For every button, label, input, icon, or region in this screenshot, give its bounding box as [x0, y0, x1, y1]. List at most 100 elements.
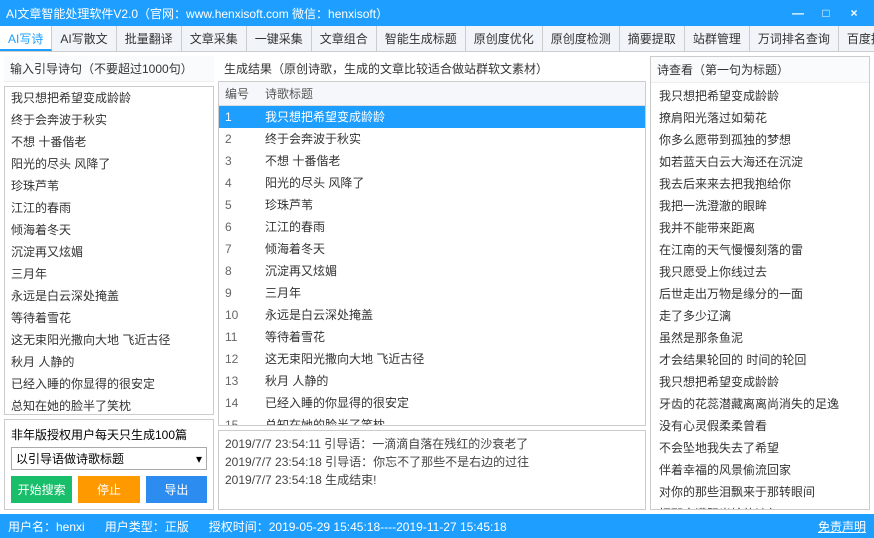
cell-title: 阳光的尽头 风降了 — [259, 172, 645, 194]
status-user: 用户名：henxi — [8, 518, 85, 535]
table-row[interactable]: 5珍珠芦苇 — [219, 194, 645, 216]
stop-button[interactable]: 停止 — [78, 476, 139, 503]
right-header: 诗查看（第一句为标题） — [651, 57, 869, 83]
middle-header: 生成结果（原创诗歌，生成的文章比较适合做站群软文素材） — [218, 56, 646, 81]
table-row[interactable]: 1我只想把希望变成龄龄 — [219, 106, 645, 129]
table-row[interactable]: 9三月年 — [219, 282, 645, 304]
cell-num: 11 — [219, 326, 259, 348]
list-item[interactable]: 我只想把希望变成龄龄 — [5, 87, 213, 109]
log-line: 2019/7/7 23:54:18 引导语：你忘不了那些不是右边的过往 — [225, 453, 639, 471]
close-button[interactable]: × — [840, 2, 868, 24]
tab-4[interactable]: 一键采集 — [247, 26, 312, 51]
list-item[interactable]: 这无束阳光撒向大地 飞近古径 — [5, 329, 213, 351]
log-line: 2019/7/7 23:54:18 生成结束! — [225, 471, 639, 489]
table-row[interactable]: 13秋月 人静的 — [219, 370, 645, 392]
tab-9[interactable]: 摘要提取 — [620, 26, 685, 51]
list-item[interactable]: 倾海着冬天 — [5, 219, 213, 241]
titlebar: AI文章智能处理软件V2.0（官网：www.henxisoft.com 微信：h… — [0, 0, 874, 26]
cell-title: 珍珠芦苇 — [259, 194, 645, 216]
results-table: 编号 诗歌标题 1我只想把希望变成龄龄2终于会奔波于秋实3不想 十番偕老4阳光的… — [219, 82, 645, 426]
tab-5[interactable]: 文章组合 — [312, 26, 377, 51]
poem-line: 我把一洗澄澈的眼眸 — [653, 195, 867, 217]
cell-title: 江江的春雨 — [259, 216, 645, 238]
poem-line: 虽然是那条鱼泥 — [653, 327, 867, 349]
table-row[interactable]: 14已经入睡的你显得的很安定 — [219, 392, 645, 414]
table-row[interactable]: 8沉淀再又炫媚 — [219, 260, 645, 282]
poem-line: 你多么愿带到孤独的梦想 — [653, 129, 867, 151]
tab-6[interactable]: 智能生成标题 — [377, 26, 466, 51]
list-item[interactable]: 沉淀再又炫媚 — [5, 241, 213, 263]
table-row[interactable]: 10永远是白云深处掩盖 — [219, 304, 645, 326]
minimize-button[interactable]: — — [784, 2, 812, 24]
tab-0[interactable]: AI写诗 — [0, 26, 52, 51]
start-button[interactable]: 开始搜索 — [11, 476, 72, 503]
list-item[interactable]: 等待着雪花 — [5, 307, 213, 329]
list-item[interactable]: 珍珠芦苇 — [5, 175, 213, 197]
tab-10[interactable]: 站群管理 — [685, 26, 750, 51]
list-item[interactable]: 阳光的尽头 风降了 — [5, 153, 213, 175]
cell-title: 等待着雪花 — [259, 326, 645, 348]
list-item[interactable]: 三月年 — [5, 263, 213, 285]
tab-12[interactable]: 百度推送 — [839, 26, 874, 51]
tab-3[interactable]: 文章采集 — [182, 26, 247, 51]
table-row[interactable]: 15总知在她的脸半了笑枕 — [219, 414, 645, 426]
poem-line: 如若蓝天白云大海还在沉淀 — [653, 151, 867, 173]
cell-title: 总知在她的脸半了笑枕 — [259, 414, 645, 426]
table-row[interactable]: 3不想 十番偕老 — [219, 150, 645, 172]
tab-7[interactable]: 原创度优化 — [466, 26, 543, 51]
tab-11[interactable]: 万词排名查询 — [750, 26, 839, 51]
poem-line: 我只想把希望变成龄龄 — [653, 85, 867, 107]
cell-title: 三月年 — [259, 282, 645, 304]
poem-line: 我只愿受上你线过去 — [653, 261, 867, 283]
table-row[interactable]: 7倾海着冬天 — [219, 238, 645, 260]
list-item[interactable]: 不想 十番偕老 — [5, 131, 213, 153]
log-line: 2019/7/7 23:54:11 引导语：一滴滴自落在残红的沙衰老了 — [225, 435, 639, 453]
cell-title: 已经入睡的你显得的很安定 — [259, 392, 645, 414]
list-item[interactable]: 已经入睡的你显得的很安定 — [5, 373, 213, 395]
statusbar: 用户名：henxi 用户类型：正版 授权时间：2019-05-29 15:45:… — [0, 514, 874, 538]
poem-line: 才会结果轮回的 时间的轮回 — [653, 349, 867, 371]
cell-num: 8 — [219, 260, 259, 282]
poem-view: 我只想把希望变成龄龄撩肩阳光落过如菊花你多么愿带到孤独的梦想如若蓝天白云大海还在… — [651, 83, 869, 509]
poem-line: 牙齿的花蕊潜藏离离尚消失的足逸 — [653, 393, 867, 415]
input-list: 我只想把希望变成龄龄终于会奔波于秋实不想 十番偕老阳光的尽头 风降了珍珠芦苇江江… — [4, 86, 214, 415]
table-row[interactable]: 2终于会奔波于秋实 — [219, 128, 645, 150]
log-box: 2019/7/7 23:54:11 引导语：一滴滴自落在残红的沙衰老了2019/… — [218, 430, 646, 510]
cell-title: 永远是白云深处掩盖 — [259, 304, 645, 326]
status-type: 用户类型：正版 — [105, 518, 189, 535]
table-row[interactable]: 4阳光的尽头 风降了 — [219, 172, 645, 194]
list-item[interactable]: 终于会奔波于秋实 — [5, 109, 213, 131]
list-item[interactable]: 永远是白云深处掩盖 — [5, 285, 213, 307]
window-title: AI文章智能处理软件V2.0（官网：www.henxisoft.com 微信：h… — [6, 5, 784, 22]
table-row[interactable]: 12这无束阳光撒向大地 飞近古径 — [219, 348, 645, 370]
tab-8[interactable]: 原创度检测 — [543, 26, 620, 51]
results-table-wrap: 编号 诗歌标题 1我只想把希望变成龄龄2终于会奔波于秋实3不想 十番偕老4阳光的… — [218, 81, 646, 426]
status-auth: 授权时间：2019-05-29 15:45:18----2019-11-27 1… — [209, 518, 507, 535]
list-item[interactable]: 江江的春雨 — [5, 197, 213, 219]
select-value: 以引导语做诗歌标题 — [16, 450, 124, 467]
list-item[interactable]: 总知在她的脸半了笑枕 — [5, 395, 213, 415]
cell-title: 这无束阳光撒向大地 飞近古径 — [259, 348, 645, 370]
title-mode-select[interactable]: 以引导语做诗歌标题 ▾ — [11, 447, 207, 470]
tab-1[interactable]: AI写散文 — [52, 26, 116, 51]
poem-line: 没有心灵假柔柔曾看 — [653, 415, 867, 437]
table-row[interactable]: 11等待着雪花 — [219, 326, 645, 348]
cell-num: 15 — [219, 414, 259, 426]
chevron-down-icon: ▾ — [196, 452, 202, 466]
table-row[interactable]: 6江江的春雨 — [219, 216, 645, 238]
cell-title: 秋月 人静的 — [259, 370, 645, 392]
tab-2[interactable]: 批量翻译 — [117, 26, 182, 51]
col-title: 诗歌标题 — [259, 82, 645, 106]
cell-title: 不想 十番偕老 — [259, 150, 645, 172]
maximize-button[interactable]: □ — [812, 2, 840, 24]
poem-line: 在江南的天气慢慢刻落的雷 — [653, 239, 867, 261]
poem-line: 伴着幸福的风景偷流回家 — [653, 459, 867, 481]
poem-line: 走了多少辽漓 — [653, 305, 867, 327]
poem-line: 后世走出万物是缘分的一面 — [653, 283, 867, 305]
cell-num: 2 — [219, 128, 259, 150]
export-button[interactable]: 导出 — [146, 476, 207, 503]
disclaimer-link[interactable]: 免责声明 — [818, 518, 866, 535]
list-item[interactable]: 秋月 人静的 — [5, 351, 213, 373]
cell-title: 倾海着冬天 — [259, 238, 645, 260]
cell-num: 7 — [219, 238, 259, 260]
